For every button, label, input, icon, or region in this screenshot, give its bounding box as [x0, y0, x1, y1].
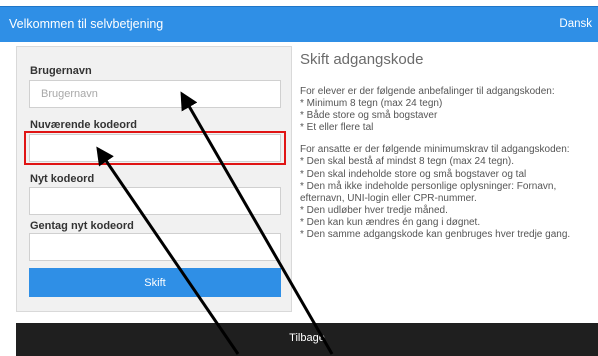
info-heading: Skift adgangskode [300, 51, 424, 68]
current-password-label: Nuværende kodeord [30, 119, 137, 131]
repeat-password-input[interactable] [29, 233, 281, 261]
language-selector[interactable]: Dansk [559, 18, 592, 30]
repeat-password-label: Gentag nyt kodeord [30, 220, 134, 232]
new-password-input[interactable] [29, 187, 281, 215]
info-panel: Skift adgangskode For elever er der følg… [300, 50, 596, 241]
header-bar: Velkommen til selvbetjening Dansk [0, 6, 598, 42]
students-recommendations: For elever er der følgende anbefalinger … [300, 86, 555, 134]
submit-button[interactable]: Skift [29, 268, 281, 297]
username-label: Brugernavn [30, 65, 92, 77]
page-title: Velkommen til selvbetjening [9, 17, 164, 31]
staff-requirements: For ansatte er der følgende minimumskrav… [300, 144, 571, 241]
back-button[interactable]: Tilbage [16, 323, 598, 356]
username-input[interactable] [29, 80, 281, 108]
new-password-label: Nyt kodeord [30, 173, 95, 185]
current-password-input[interactable] [29, 134, 281, 162]
